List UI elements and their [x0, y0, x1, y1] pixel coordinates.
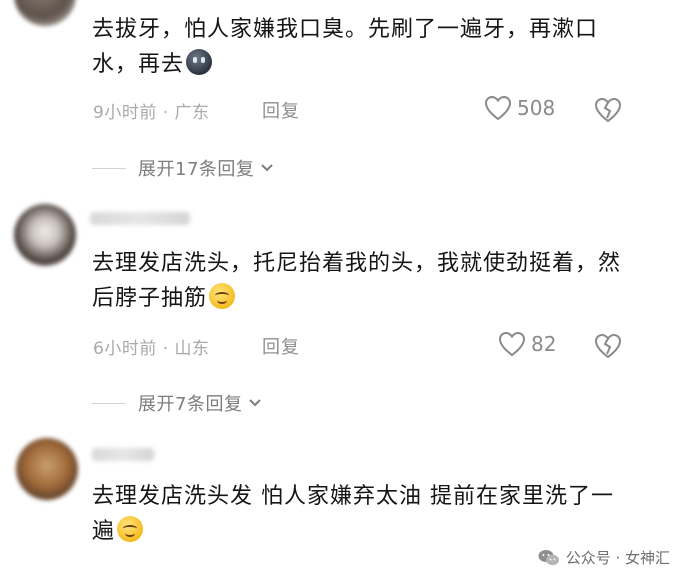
- reply-button[interactable]: 回复: [262, 97, 300, 123]
- watermark: 公众号 · 女神汇: [538, 547, 670, 568]
- emoji-icon: [209, 283, 236, 309]
- expand-replies[interactable]: 展开7条回复: [92, 390, 262, 416]
- emoji-icon: [186, 49, 213, 75]
- like-count: 508: [517, 96, 556, 120]
- expand-label: 展开17条回复: [138, 159, 255, 180]
- comment-text: 去理发店洗头，托尼抬着我的头，我就使劲挺着，然后脖子抽筋: [92, 246, 632, 316]
- watermark-text: 公众号 · 女神汇: [565, 549, 670, 567]
- username-blurred[interactable]: [90, 212, 190, 225]
- comment-text: 去理发店洗头发 怕人家嫌弃太油 提前在家里洗了一遍: [92, 479, 632, 549]
- avatar[interactable]: [16, 438, 78, 500]
- comment-text: 去拔牙，怕人家嫌我口臭。先刷了一遍牙，再漱口水，再去: [92, 12, 632, 82]
- comment-body: 去拔牙，怕人家嫌我口臭。先刷了一遍牙，再漱口水，再去: [92, 17, 599, 77]
- comment-body: 去理发店洗头发 怕人家嫌弃太油 提前在家里洗了一遍: [92, 484, 614, 544]
- like-button[interactable]: 508: [484, 95, 555, 121]
- comment-meta: 6小时前 · 山东: [93, 339, 210, 359]
- like-button[interactable]: 82: [498, 331, 556, 357]
- divider: [92, 167, 126, 169]
- avatar[interactable]: [14, 0, 76, 26]
- like-count: 82: [531, 332, 557, 356]
- chevron-down-icon: [249, 399, 262, 407]
- broken-heart-icon[interactable]: [594, 332, 622, 360]
- chevron-down-icon: [261, 164, 274, 172]
- avatar[interactable]: [14, 204, 76, 266]
- emoji-icon: [117, 516, 144, 542]
- divider: [92, 402, 126, 404]
- heart-icon: [498, 331, 526, 357]
- heart-icon: [484, 95, 512, 121]
- username-blurred[interactable]: [92, 448, 154, 461]
- comment-meta: 9小时前 · 广东: [93, 103, 210, 123]
- wechat-icon: [538, 549, 559, 565]
- broken-heart-icon[interactable]: [594, 96, 622, 124]
- reply-button[interactable]: 回复: [262, 333, 300, 359]
- expand-replies[interactable]: 展开17条回复: [92, 155, 274, 181]
- comment-body: 去理发店洗头，托尼抬着我的头，我就使劲挺着，然后脖子抽筋: [92, 251, 622, 311]
- expand-label: 展开7条回复: [138, 394, 243, 415]
